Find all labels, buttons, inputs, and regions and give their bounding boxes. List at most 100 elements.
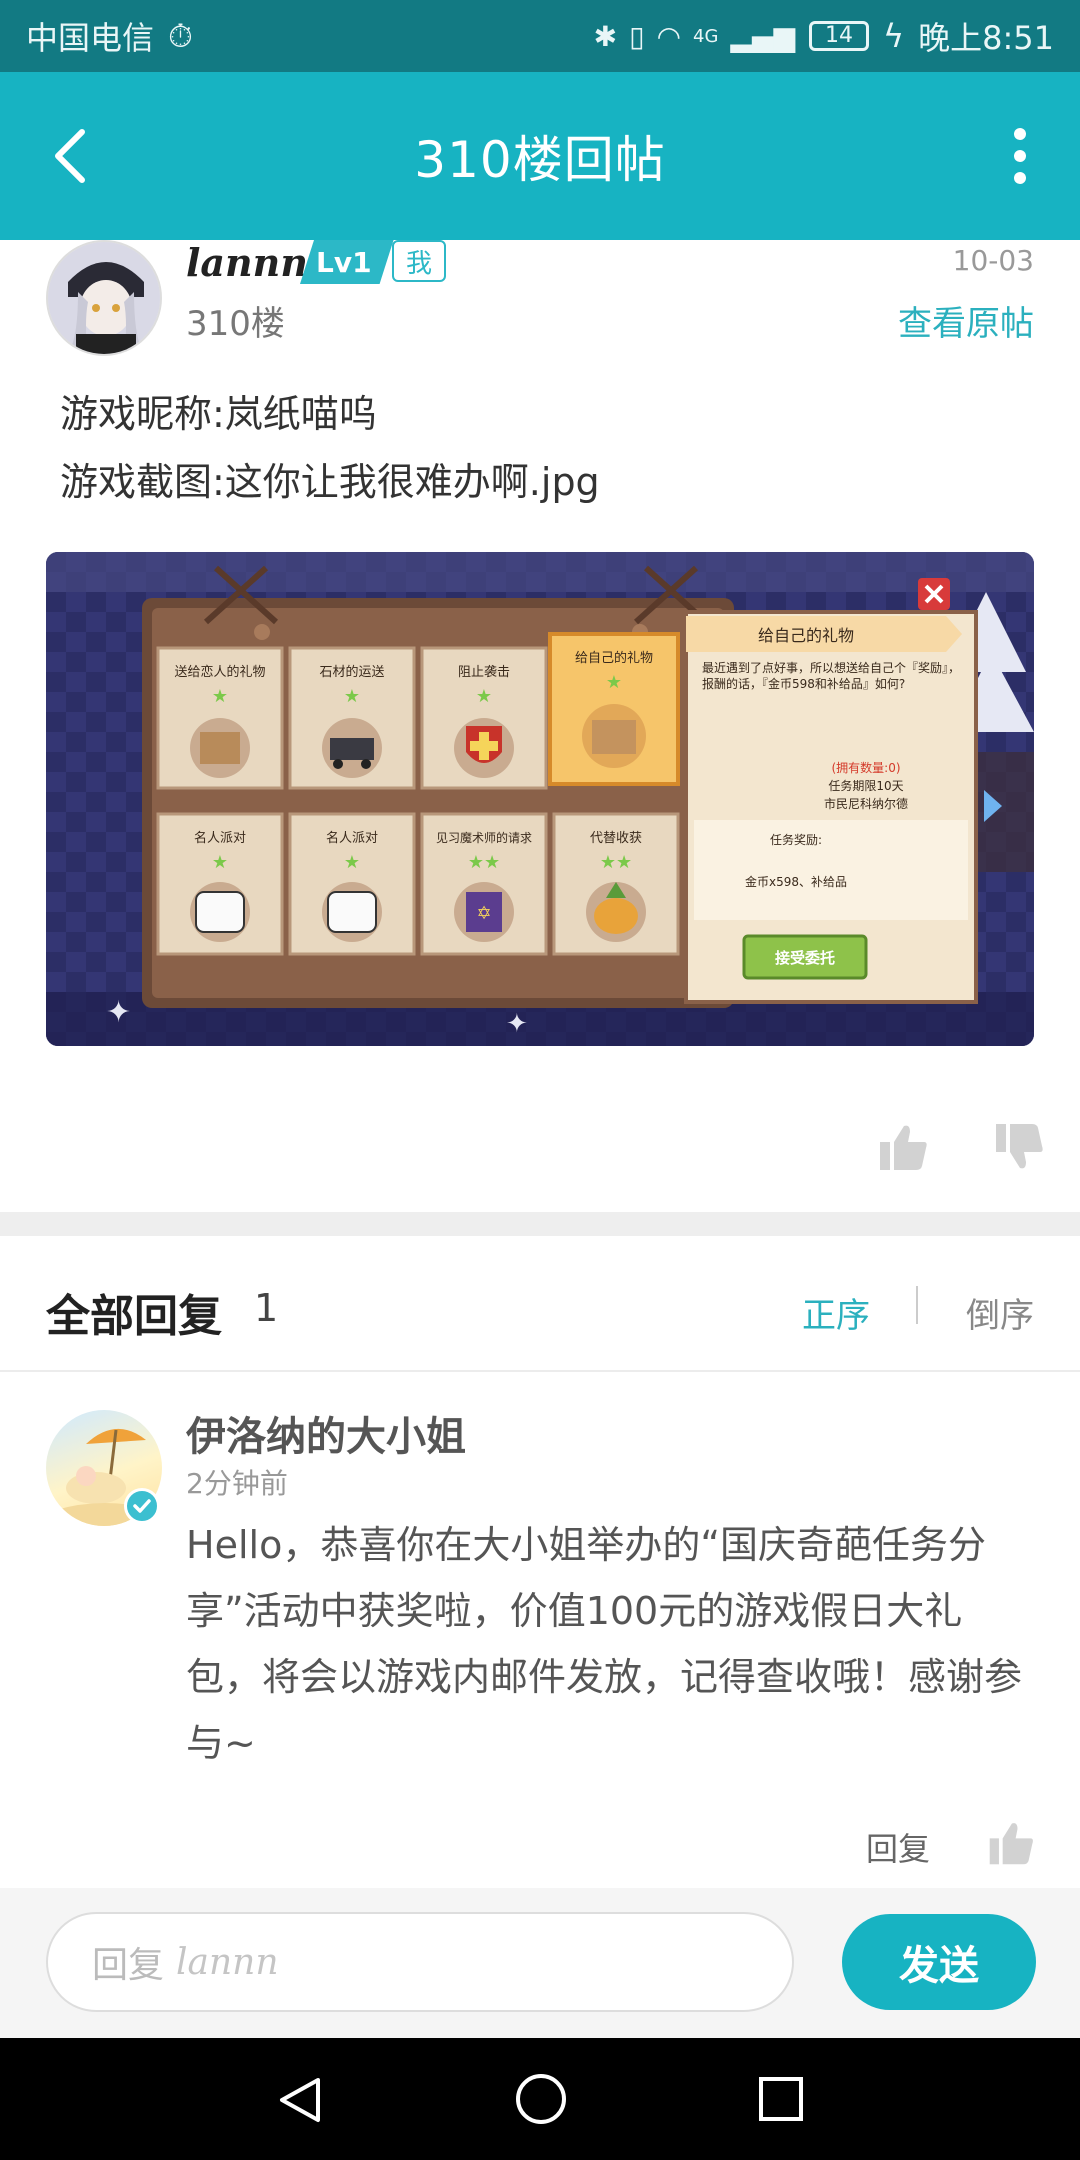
- star-decoration-icon: ✦: [106, 995, 131, 1030]
- charging-icon: ϟ: [883, 17, 905, 55]
- star-icon: ★★: [468, 852, 500, 873]
- quest-title: 名人派对: [194, 830, 246, 846]
- quest-card: 代替收获 ★★: [552, 812, 680, 956]
- signal-icon: ▂▄▆: [730, 19, 796, 53]
- carrier-label: 中国电信: [26, 19, 155, 57]
- quest-title: 代替收获: [590, 831, 642, 846]
- reply-composer: 回复 lannn 发送: [0, 1888, 1080, 2038]
- sort-descending-button[interactable]: 倒序: [966, 1288, 1034, 1337]
- back-button[interactable]: [40, 116, 100, 196]
- triangle-back-icon: [280, 2078, 320, 2122]
- level-badge: Lv1: [300, 240, 394, 284]
- thumb-up-icon: [989, 1823, 1033, 1865]
- close-icon: [918, 578, 950, 610]
- quest-reward-label: 任务奖励:: [770, 832, 822, 847]
- more-menu-button[interactable]: [1000, 116, 1040, 196]
- status-right: ✱ ▯ ◠ 4G ▂▄▆ 14 ϟ 晚上8:51: [594, 13, 1054, 59]
- star-icon: ★: [212, 686, 228, 707]
- replies-count: 1: [254, 1286, 279, 1330]
- system-nav-bar: [0, 2038, 1080, 2160]
- quest-card: 阻止袭击 ★: [420, 646, 548, 790]
- view-original-link[interactable]: 查看原帖: [898, 296, 1034, 345]
- post-image[interactable]: 送给恋人的礼物 ★ 石材的运送 ★ 阻止袭击 ★ 给自己的礼物 ★ 名人派对 ★…: [46, 552, 1034, 1046]
- network-label: 4G: [693, 25, 719, 47]
- alarm-icon: ⏱: [168, 16, 193, 55]
- replies-header: 全部回复 1 正序 倒序: [0, 1236, 1080, 1372]
- reply-input-target: lannn: [176, 1941, 279, 1983]
- quest-reward: 金币x598、补给品: [745, 874, 847, 889]
- reply-time: 2分钟前: [186, 1467, 288, 1500]
- chevron-left-icon: [55, 129, 85, 183]
- author-avatar[interactable]: [46, 240, 162, 356]
- nav-back-button[interactable]: [274, 2074, 326, 2126]
- page-title: 310楼回帖: [414, 131, 666, 189]
- like-icon[interactable]: [986, 1818, 1036, 1868]
- quest-card: 送给恋人的礼物 ★: [156, 646, 284, 790]
- thumb-down-icon[interactable]: [992, 1120, 1046, 1174]
- bluetooth-icon: ✱: [593, 19, 618, 53]
- thumb-up-icon[interactable]: [876, 1120, 930, 1174]
- quest-client: 市民尼科纳尔德: [824, 796, 908, 811]
- app-bar: 310楼回帖: [0, 72, 1080, 240]
- star-icon: ★: [344, 686, 360, 707]
- verified-icon: [124, 1488, 160, 1524]
- post-body: 游戏昵称:岚纸喵呜 游戏截图:这你让我很难办啊.jpg: [60, 380, 600, 516]
- quest-card: 石材的运送 ★: [288, 646, 416, 790]
- star-icon: ★: [344, 852, 360, 873]
- quest-title: 见习魔术师的请求: [436, 830, 532, 845]
- author-name[interactable]: lannn: [186, 240, 308, 285]
- star-icon: ★: [606, 672, 622, 693]
- quest-card: 见习魔术师的请求 ★★ ✡: [420, 812, 548, 956]
- reply-input[interactable]: 回复 lannn: [46, 1912, 794, 2012]
- sort-separator: [916, 1286, 918, 1324]
- star-decoration-icon: ✦: [506, 1009, 528, 1039]
- reply-item: 伊洛纳的大小姐 2分钟前 Hello，恭喜你在大小姐举办的“国庆奇葩任务分享”活…: [0, 1372, 1080, 1892]
- reply-input-placeholder: 回复: [92, 1945, 165, 1986]
- more-dot-icon: [1014, 128, 1026, 140]
- quest-detail-desc: 最近遇到了点好事，所以想送给自己个『奖励』，报酬的话，『金币598和补给品』如何…: [702, 661, 961, 691]
- quest-card-selected: 给自己的礼物 ★: [548, 632, 680, 786]
- quest-title: 给自己的礼物: [575, 650, 653, 666]
- status-icons: ✱ ▯ ◠ 4G ▂▄▆: [594, 20, 795, 53]
- post-vote-row: [0, 1120, 1080, 1200]
- more-dot-icon: [1014, 172, 1026, 184]
- clock: 晚上8:51: [918, 19, 1054, 57]
- quest-own-count: (拥有数量:0): [831, 760, 900, 775]
- post-line: 游戏昵称:岚纸喵呜: [60, 392, 377, 436]
- thumb-up-icon-svg: [880, 1125, 927, 1170]
- author-avatar-image: [48, 242, 160, 354]
- me-badge: 我: [392, 240, 447, 282]
- nav-home-button[interactable]: [514, 2072, 568, 2126]
- quest-accept-button: 接受委托: [775, 949, 835, 967]
- quest-title: 石材的运送: [319, 664, 384, 680]
- quest-deadline: 任务期限10天: [828, 778, 903, 793]
- status-bar: 中国电信 ⏱ ✱ ▯ ◠ 4G ▂▄▆ 14 ϟ 晚上8:51: [0, 0, 1080, 72]
- sort-ascending-button[interactable]: 正序: [802, 1288, 870, 1337]
- more-dot-icon: [1014, 150, 1026, 162]
- quest-title: 送给恋人的礼物: [174, 664, 265, 680]
- battery-icon: 14: [809, 21, 870, 51]
- post-line: 游戏截图:这你让我很难办啊.jpg: [60, 460, 600, 504]
- checkmark-icon: [133, 1499, 151, 1513]
- quest-card: 名人派对 ★: [288, 812, 416, 956]
- square-recents-icon: [759, 2077, 803, 2121]
- send-button[interactable]: 发送: [842, 1914, 1036, 2010]
- nav-recents-button[interactable]: [756, 2074, 806, 2124]
- status-left: 中国电信 ⏱: [26, 13, 193, 59]
- thumb-down-icon-svg: [996, 1124, 1043, 1169]
- circle-home-icon: [516, 2074, 566, 2124]
- post-date: 10-03: [952, 244, 1034, 277]
- reply-text: Hello，恭喜你在大小姐举办的“国庆奇葩任务分享”活动中获奖啦，价值100元的…: [186, 1523, 1023, 1765]
- replies-title: 全部回复: [46, 1291, 222, 1342]
- floor-number: 310楼: [186, 304, 285, 344]
- reply-username[interactable]: 伊洛纳的大小姐: [186, 1404, 466, 1462]
- quest-title: 名人派对: [326, 830, 378, 846]
- quest-title: 阻止袭击: [458, 665, 510, 680]
- quest-detail-panel: 给自己的礼物 最近遇到了点好事，所以想送给自己个『奖励』，报酬的话，『金币598…: [684, 610, 978, 1004]
- wifi-icon: ◠: [656, 19, 681, 53]
- quest-card: 名人派对 ★: [156, 812, 284, 956]
- reply-button[interactable]: 回复: [866, 1824, 930, 1870]
- battery-level: 14: [825, 23, 854, 48]
- game-screenshot: 送给恋人的礼物 ★ 石材的运送 ★ 阻止袭击 ★ 给自己的礼物 ★ 名人派对 ★…: [46, 552, 1034, 1046]
- vibrate-icon: ▯: [629, 19, 645, 53]
